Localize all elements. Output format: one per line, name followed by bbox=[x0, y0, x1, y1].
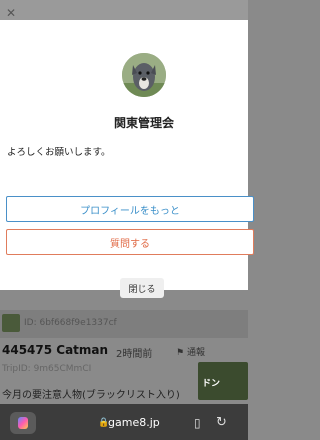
dog-avatar-icon bbox=[122, 53, 166, 97]
post-title: 445475 Catman bbox=[2, 343, 109, 357]
avatar bbox=[122, 53, 166, 97]
profile-modal: 関東管理会 よろしくお願いします。 プロフィールをもっと 質問する 閉じる bbox=[0, 20, 254, 298]
reload-icon[interactable]: ↻ bbox=[216, 415, 227, 430]
address-bar[interactable]: game8.jp bbox=[108, 416, 160, 429]
close-button[interactable]: 閉じる bbox=[120, 278, 164, 298]
close-icon: ✕ bbox=[6, 6, 17, 20]
post-trip-id: TripID: 9m65CMmCI bbox=[2, 364, 92, 374]
ad-banner[interactable]: ドン bbox=[198, 362, 248, 400]
report-link[interactable]: ⚑ 通報 bbox=[176, 345, 205, 358]
report-label: 通報 bbox=[186, 348, 205, 358]
post-thumbnail bbox=[2, 314, 20, 332]
post-id: ID: 6bf668f9e1337cf bbox=[24, 318, 117, 328]
bookmarks-icon[interactable]: ▯ bbox=[194, 416, 201, 430]
question-button[interactable]: 質問する bbox=[6, 229, 254, 255]
ad-text: ドン bbox=[202, 379, 221, 389]
post-time: 2時間前 bbox=[116, 349, 153, 360]
browser-bottom-bar: 🔒 game8.jp ▯ ↻ bbox=[0, 404, 248, 440]
ai-assistant-button[interactable] bbox=[10, 412, 36, 434]
modal-title: 関東管理会 bbox=[113, 116, 174, 130]
profile-more-button[interactable]: プロフィールをもっと bbox=[6, 196, 254, 222]
ai-assistant-icon bbox=[18, 417, 28, 429]
modal-message: よろしくお願いします。 bbox=[7, 147, 111, 158]
post-warning: 今月の要注意人物(ブラックリスト入り) bbox=[2, 390, 180, 401]
